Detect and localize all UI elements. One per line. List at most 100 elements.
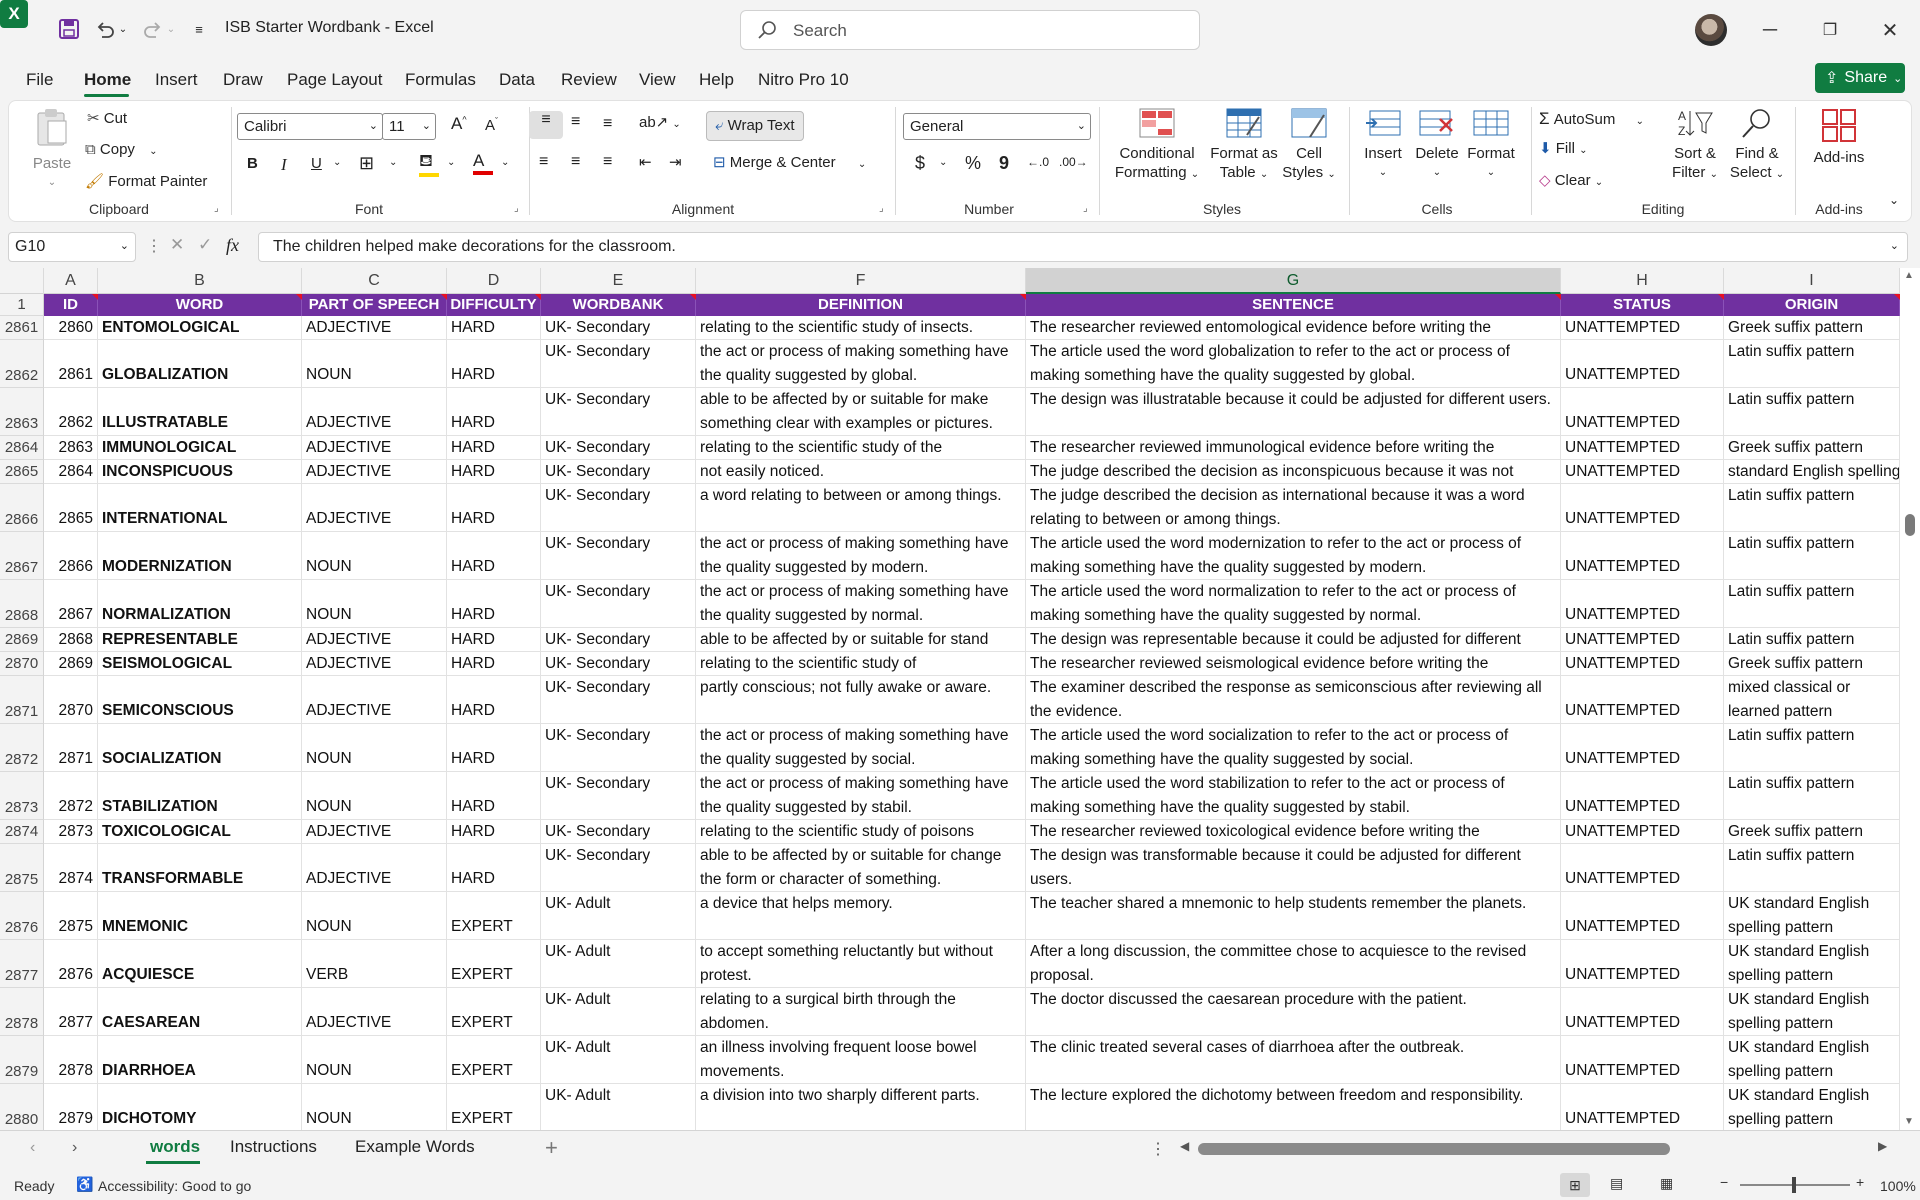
scroll-up-icon[interactable]: ▲	[1904, 270, 1914, 281]
table-cell[interactable]: the act or process of making something h…	[696, 772, 1026, 820]
table-cell[interactable]: UNATTEMPTED	[1561, 340, 1724, 388]
number-format-select[interactable]: General ⌄	[903, 113, 1091, 140]
prev-sheet-icon[interactable]: ‹	[30, 1139, 35, 1157]
table-cell[interactable]: The judge described the decision as inco…	[1026, 460, 1561, 484]
cancel-entry-icon[interactable]: ✕	[170, 235, 184, 255]
table-cell[interactable]: able to be affected by or suitable for c…	[696, 844, 1026, 892]
table-cell[interactable]: SOCIALIZATION	[98, 724, 302, 772]
align-top-icon[interactable]: ≡	[529, 111, 563, 139]
column-header-f[interactable]: F	[696, 268, 1026, 294]
confirm-entry-icon[interactable]: ✓	[198, 235, 212, 255]
row-number[interactable]: 2878	[0, 988, 44, 1036]
table-cell[interactable]: UK standard English spelling pattern	[1724, 892, 1900, 940]
row-number[interactable]: 2871	[0, 676, 44, 724]
column-header-h[interactable]: H	[1561, 268, 1724, 294]
table-cell[interactable]: The article used the word globalization …	[1026, 340, 1561, 388]
share-button[interactable]: ⇪ Share ⌄	[1815, 63, 1905, 93]
page-break-view-icon[interactable]: ▦	[1660, 1175, 1673, 1192]
increase-indent-icon[interactable]: ⇥	[669, 153, 682, 171]
undo-dropdown-icon[interactable]: ⌄	[116, 16, 130, 42]
zoom-in-icon[interactable]: +	[1856, 1174, 1864, 1190]
table-cell[interactable]: partly conscious; not fully awake or awa…	[696, 676, 1026, 724]
table-cell[interactable]: 2869	[44, 652, 98, 676]
table-header-cell[interactable]: ID	[44, 294, 98, 316]
table-cell[interactable]: VERB	[302, 940, 447, 988]
table-cell[interactable]: GLOBALIZATION	[98, 340, 302, 388]
table-cell[interactable]: 2868	[44, 628, 98, 652]
table-cell[interactable]: IMMUNOLOGICAL	[98, 436, 302, 460]
table-cell[interactable]: UK- Adult	[541, 1084, 696, 1130]
table-cell[interactable]: The teacher shared a mnemonic to help st…	[1026, 892, 1561, 940]
expand-formula-icon[interactable]: ⌄	[1890, 239, 1899, 252]
search-box[interactable]: Search	[740, 10, 1200, 50]
column-header-e[interactable]: E	[541, 268, 696, 294]
table-cell[interactable]: mixed classical or learned pattern	[1724, 676, 1900, 724]
table-cell[interactable]: UNATTEMPTED	[1561, 436, 1724, 460]
fill-color-button[interactable]: ⛾	[419, 151, 439, 177]
table-cell[interactable]: the act or process of making something h…	[696, 532, 1026, 580]
table-cell[interactable]: ADJECTIVE	[302, 652, 447, 676]
table-cell[interactable]: MODERNIZATION	[98, 532, 302, 580]
format-painter-button[interactable]: 🖌 Format Painter	[85, 172, 207, 190]
redo-dropdown-icon[interactable]: ⌄	[164, 16, 178, 42]
table-cell[interactable]: HARD	[447, 676, 541, 724]
table-cell[interactable]: HARD	[447, 628, 541, 652]
select-all-corner[interactable]	[0, 268, 44, 294]
table-cell[interactable]: 2872	[44, 772, 98, 820]
row-number[interactable]: 2864	[0, 436, 44, 460]
table-cell[interactable]: UK- Secondary	[541, 340, 696, 388]
table-cell[interactable]: ADJECTIVE	[302, 988, 447, 1036]
table-cell[interactable]: HARD	[447, 316, 541, 340]
tab-draw[interactable]: Draw	[223, 70, 263, 90]
undo-icon[interactable]	[92, 16, 118, 42]
scroll-right-icon[interactable]: ▶	[1878, 1139, 1887, 1153]
scroll-left-icon[interactable]: ◀	[1180, 1139, 1189, 1153]
restore-icon[interactable]: ❐	[1810, 14, 1850, 46]
table-cell[interactable]: ADJECTIVE	[302, 484, 447, 532]
table-header-cell[interactable]: PART OF SPEECH	[302, 294, 447, 316]
table-cell[interactable]: The researcher reviewed immunological ev…	[1026, 436, 1561, 460]
redo-icon[interactable]	[140, 16, 166, 42]
column-header-b[interactable]: B	[98, 268, 302, 294]
table-cell[interactable]: The examiner described the response as s…	[1026, 676, 1561, 724]
table-cell[interactable]: TRANSFORMABLE	[98, 844, 302, 892]
align-left-icon[interactable]: ≡	[539, 153, 548, 171]
table-cell[interactable]: The article used the word normalization …	[1026, 580, 1561, 628]
table-cell[interactable]: NOUN	[302, 532, 447, 580]
fill-button[interactable]: ⬇ Fill ⌄	[1539, 139, 1587, 157]
table-cell[interactable]: Greek suffix pattern	[1724, 436, 1900, 460]
increase-decimal-icon[interactable]: ←.0	[1027, 155, 1049, 169]
add-sheet-icon[interactable]: +	[545, 1135, 558, 1161]
row-number[interactable]: 2863	[0, 388, 44, 436]
table-cell[interactable]: UK- Adult	[541, 988, 696, 1036]
table-cell[interactable]: The researcher reviewed toxicological ev…	[1026, 820, 1561, 844]
table-cell[interactable]: Latin suffix pattern	[1724, 340, 1900, 388]
table-cell[interactable]: 2867	[44, 580, 98, 628]
table-cell[interactable]: not easily noticed.	[696, 460, 1026, 484]
close-icon[interactable]: ✕	[1870, 14, 1910, 46]
decrease-indent-icon[interactable]: ⇤	[639, 153, 652, 171]
table-header-cell[interactable]: STATUS	[1561, 294, 1724, 316]
table-cell[interactable]: a device that helps memory.	[696, 892, 1026, 940]
table-header-cell[interactable]: WORD	[98, 294, 302, 316]
table-cell[interactable]: 2863	[44, 436, 98, 460]
table-cell[interactable]: The researcher reviewed entomological ev…	[1026, 316, 1561, 340]
column-header-c[interactable]: C	[302, 268, 447, 294]
table-cell[interactable]: relating to the scientific study of	[696, 652, 1026, 676]
tab-page-layout[interactable]: Page Layout	[287, 70, 382, 90]
table-cell[interactable]: Latin suffix pattern	[1724, 484, 1900, 532]
table-cell[interactable]: UNATTEMPTED	[1561, 484, 1724, 532]
table-cell[interactable]: ADJECTIVE	[302, 436, 447, 460]
table-cell[interactable]: SEISMOLOGICAL	[98, 652, 302, 676]
table-cell[interactable]: HARD	[447, 484, 541, 532]
table-cell[interactable]: UNATTEMPTED	[1561, 892, 1724, 940]
table-cell[interactable]: DIARRHOEA	[98, 1036, 302, 1084]
table-cell[interactable]: UNATTEMPTED	[1561, 844, 1724, 892]
table-cell[interactable]: 2862	[44, 388, 98, 436]
table-cell[interactable]: HARD	[447, 388, 541, 436]
italic-button[interactable]: I	[281, 155, 287, 175]
table-cell[interactable]: The doctor discussed the caesarean proce…	[1026, 988, 1561, 1036]
vertical-scrollbar[interactable]: ▲ ▼	[1900, 268, 1920, 1130]
row-number[interactable]: 2877	[0, 940, 44, 988]
table-cell[interactable]: Latin suffix pattern	[1724, 844, 1900, 892]
